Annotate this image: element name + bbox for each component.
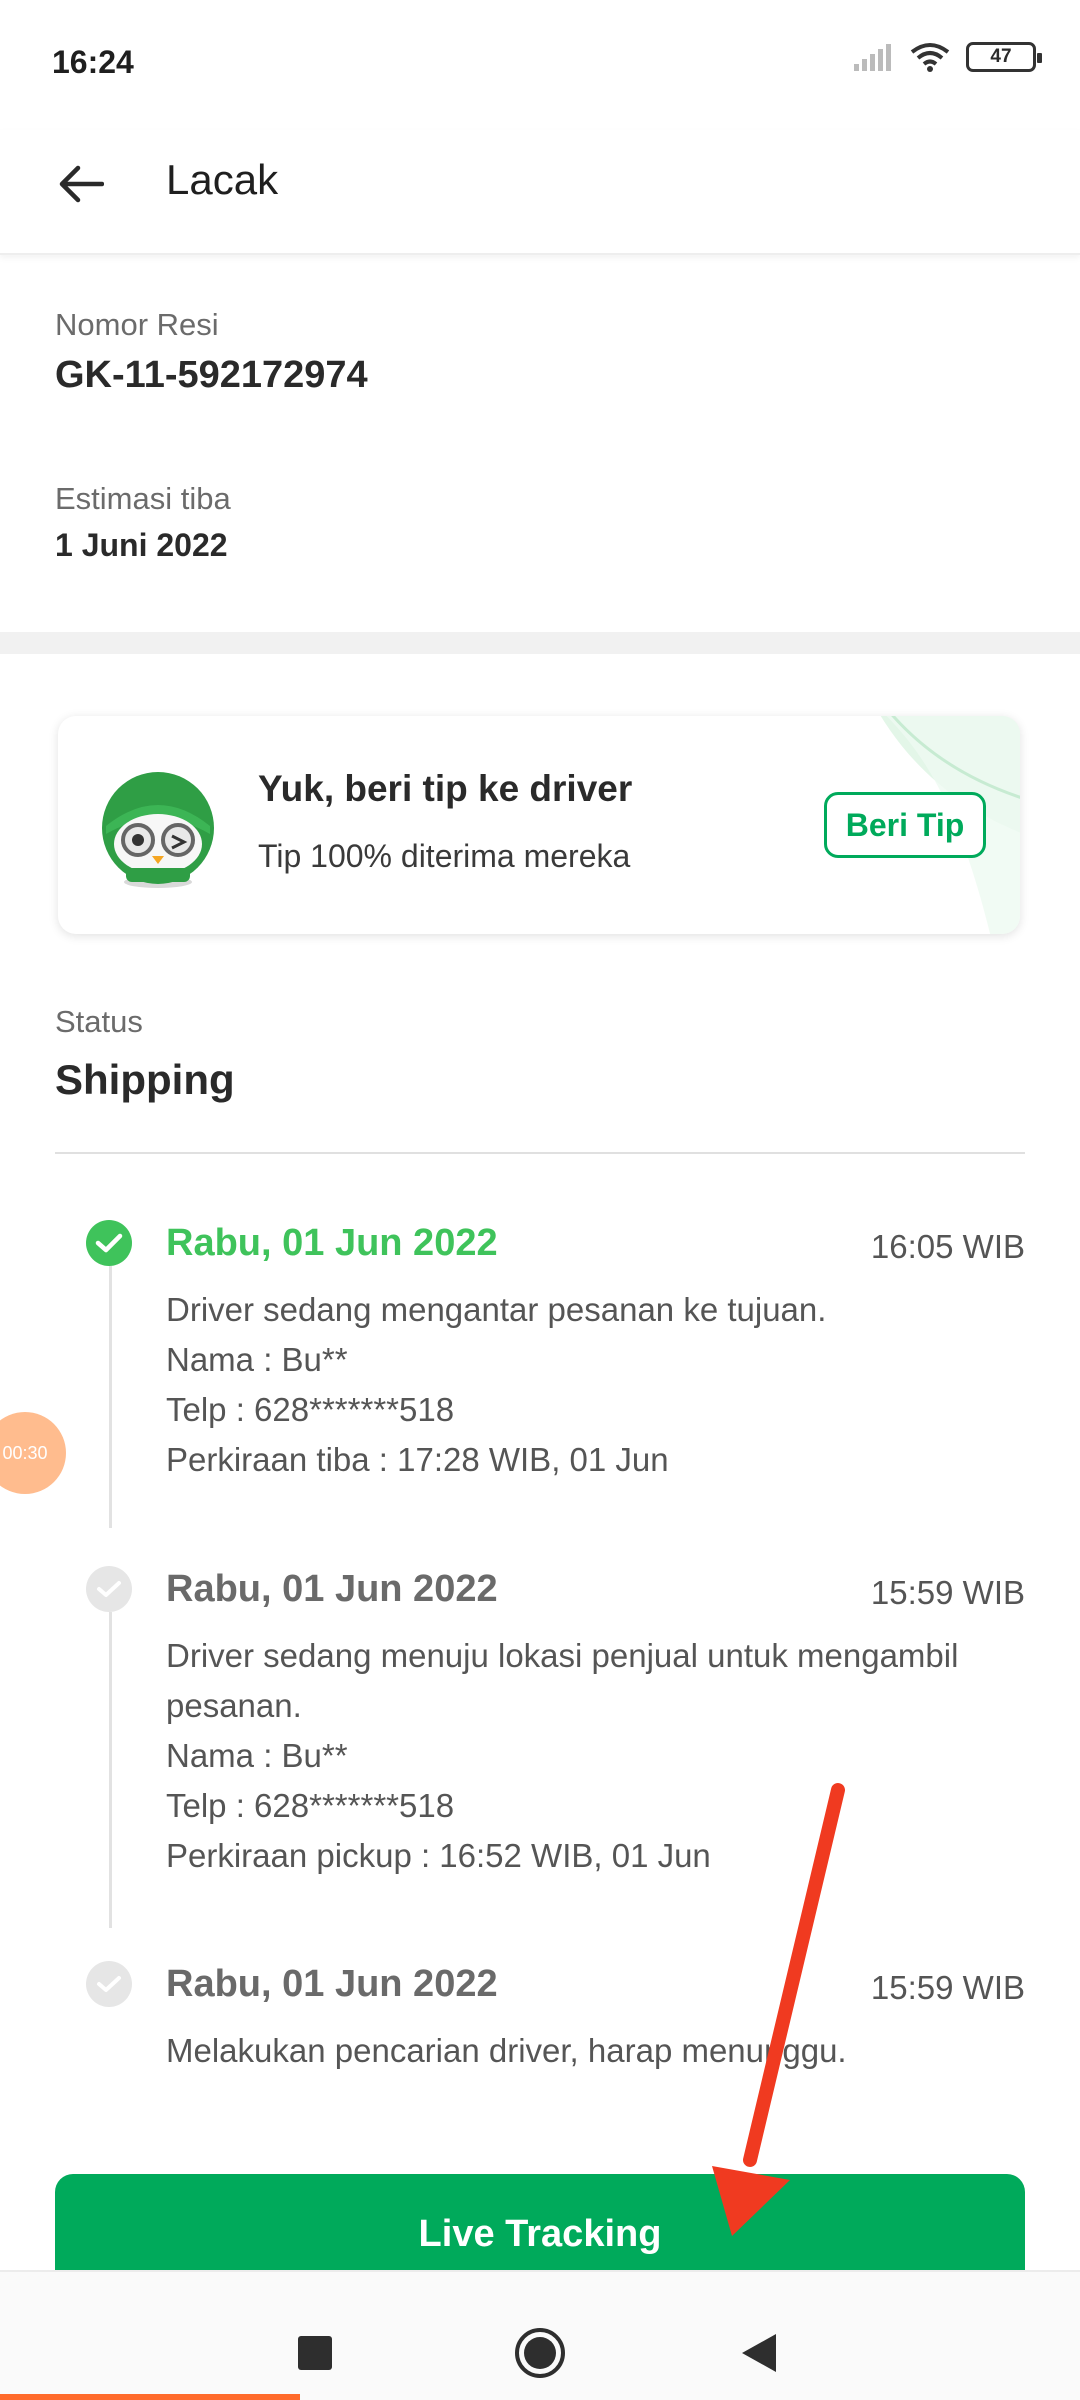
resi-label: Nomor Resi bbox=[55, 307, 219, 342]
timeline-time: 15:59 WIB bbox=[870, 1969, 1025, 2006]
timeline-connector bbox=[109, 1266, 112, 1528]
timeline-line: Telp : 628*******518 bbox=[166, 1391, 455, 1428]
shipment-info: Nomor Resi GK-11-592172974 Estimasi tiba… bbox=[0, 257, 1080, 632]
page-title: Lacak bbox=[166, 156, 279, 203]
wifi-icon bbox=[910, 43, 950, 72]
status-time: 16:24 bbox=[52, 44, 134, 80]
status-label: Status bbox=[55, 1004, 143, 1039]
timeline-date: Rabu, 01 Jun 2022 bbox=[166, 1963, 498, 2005]
timeline-details: Driver sedang mengantar pesanan ke tujua… bbox=[166, 1285, 996, 1485]
timeline-line: Nama : Bu** bbox=[166, 1737, 348, 1774]
timeline-line: Perkiraan tiba : 17:28 WIB, 01 Jun bbox=[166, 1441, 669, 1478]
status-bar: 16:24 47 bbox=[0, 0, 1080, 130]
timeline-line: Melakukan pencarian driver, harap menung… bbox=[166, 2032, 847, 2069]
system-nav-bar bbox=[0, 2270, 1080, 2400]
eta-value: 1 Juni 2022 bbox=[55, 527, 228, 563]
timeline-line: Perkiraan pickup : 16:52 WIB, 01 Jun bbox=[166, 1837, 711, 1874]
check-icon bbox=[86, 1566, 132, 1612]
timeline-line: Nama : Bu** bbox=[166, 1341, 348, 1378]
home-button[interactable] bbox=[515, 2328, 565, 2378]
timeline-date: Rabu, 01 Jun 2022 bbox=[166, 1222, 498, 1264]
signal-icon bbox=[854, 44, 891, 71]
driver-mascot-icon bbox=[102, 772, 214, 888]
status-value: Shipping bbox=[55, 1056, 235, 1103]
app-header: Lacak bbox=[0, 130, 1080, 255]
tip-title: Yuk, beri tip ke driver bbox=[258, 768, 633, 809]
status-icons: 47 bbox=[852, 40, 1042, 74]
battery-icon: 47 bbox=[966, 42, 1042, 72]
arrow-left-icon bbox=[59, 165, 104, 203]
timeline-line: Telp : 628*******518 bbox=[166, 1787, 455, 1824]
timeline-line: Driver sedang mengantar pesanan ke tujua… bbox=[166, 1291, 827, 1328]
give-tip-button[interactable]: Beri Tip bbox=[824, 792, 986, 858]
tip-subtitle: Tip 100% diterima mereka bbox=[258, 838, 631, 874]
timeline-details: Driver sedang menuju lokasi penjual untu… bbox=[166, 1631, 996, 1881]
progress-indicator bbox=[0, 2394, 300, 2400]
eta-label: Estimasi tiba bbox=[55, 481, 231, 516]
resi-value: GK-11-592172974 bbox=[55, 354, 368, 396]
section-divider bbox=[0, 632, 1080, 654]
timeline-time: 15:59 WIB bbox=[870, 1574, 1025, 1611]
back-button[interactable] bbox=[48, 152, 112, 216]
timeline-details: Melakukan pencarian driver, harap menung… bbox=[166, 2026, 996, 2076]
status-divider bbox=[55, 1152, 1025, 1154]
timeline-line: Driver sedang menuju lokasi penjual untu… bbox=[166, 1637, 959, 1674]
nav-back-button[interactable] bbox=[742, 2334, 776, 2372]
timeline-time: 16:05 WIB bbox=[870, 1228, 1025, 1265]
timeline-connector bbox=[109, 1612, 112, 1928]
timeline-line: pesanan. bbox=[166, 1687, 302, 1724]
check-icon bbox=[86, 1961, 132, 2007]
timeline-date: Rabu, 01 Jun 2022 bbox=[166, 1568, 498, 1610]
check-icon bbox=[86, 1220, 132, 1266]
floating-timer-bubble[interactable]: 00:30 bbox=[0, 1412, 66, 1494]
tip-card[interactable]: Yuk, beri tip ke driver Tip 100% diterim… bbox=[58, 716, 1020, 934]
recent-apps-button[interactable] bbox=[298, 2336, 332, 2370]
